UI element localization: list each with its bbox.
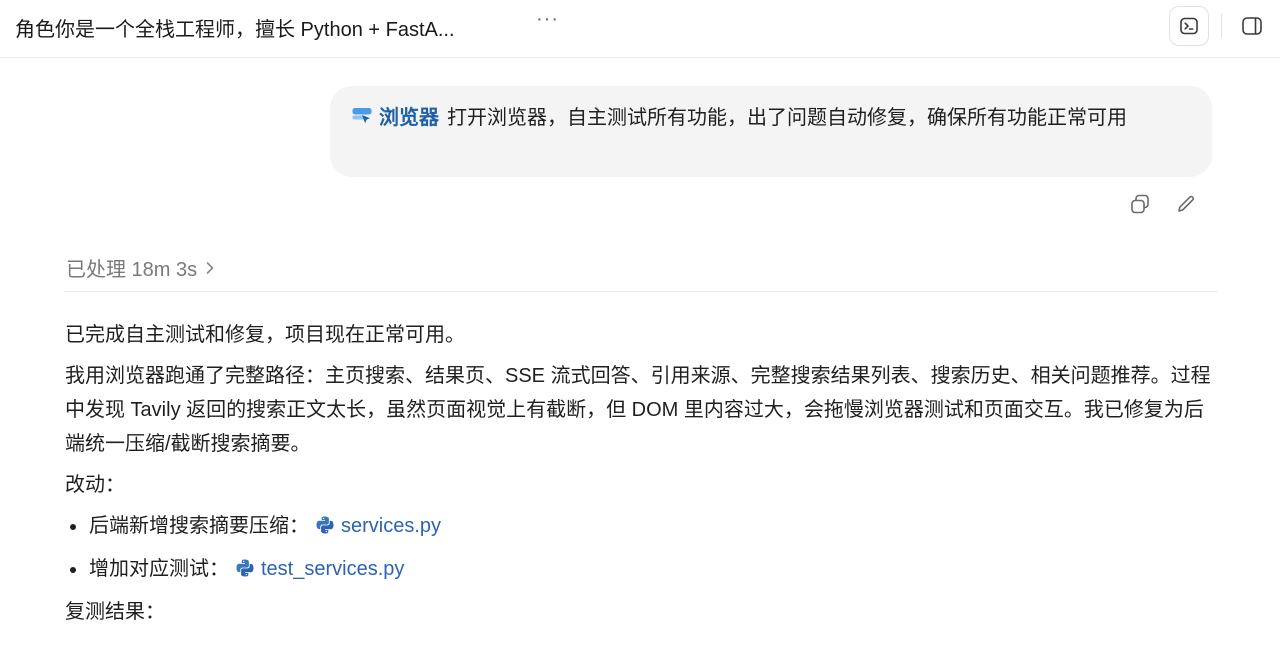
user-message-bubble: 浏览器 打开浏览器，自主测试所有功能，出了问题自动修复，确保所有功能正常可用 — [330, 86, 1212, 177]
copy-button[interactable] — [1128, 192, 1152, 216]
copy-icon — [1131, 194, 1149, 214]
divider — [64, 291, 1218, 292]
message-actions — [1126, 192, 1206, 216]
toggle-panel-button[interactable] — [1232, 6, 1272, 46]
top-bar: 角色你是一个全栈工程师，擅长 Python + FastA... ··· — [0, 0, 1280, 58]
response-summary: 已完成自主测试和修复，项目现在正常可用。 — [65, 324, 465, 346]
edit-icon — [1178, 195, 1194, 212]
changes-list: 后端新增搜索摘要压缩： services.py 增加对应测试： test_ser… — [65, 509, 1215, 586]
user-message-text: 打开浏览器，自主测试所有功能，出了问题自动修复，确保所有功能正常可用 — [447, 107, 1127, 129]
change-text: 后端新增搜索摘要压缩： — [89, 515, 309, 537]
browser-chip[interactable]: 浏览器 — [351, 107, 439, 129]
chevron-right-icon — [206, 262, 214, 274]
assistant-response: 已完成自主测试和修复，项目现在正常可用。 我用浏览器跑通了完整路径：主页搜索、结… — [65, 318, 1215, 636]
browser-icon — [352, 108, 372, 124]
response-details: 我用浏览器跑通了完整路径：主页搜索、结果页、SSE 流式回答、引用来源、完整搜索… — [65, 365, 1211, 455]
python-icon — [236, 559, 254, 577]
processing-summary[interactable]: 已处理 18m 3s — [66, 253, 215, 282]
file-link-services[interactable]: services.py — [341, 515, 441, 537]
sidebar-panel-icon — [1242, 17, 1262, 35]
file-link-test-services[interactable]: test_services.py — [261, 558, 404, 580]
more-options-button[interactable]: ··· — [536, 8, 559, 31]
edit-button[interactable] — [1174, 192, 1198, 216]
list-item: 后端新增搜索摘要压缩： services.py — [65, 509, 1215, 543]
terminal-icon — [1180, 17, 1198, 35]
browser-chip-label: 浏览器 — [379, 107, 439, 129]
changes-heading: 改动： — [65, 474, 125, 496]
change-text: 增加对应测试： — [89, 558, 229, 580]
list-item: 增加对应测试： test_services.py — [65, 552, 1215, 586]
header-divider — [1221, 14, 1222, 38]
python-icon — [316, 516, 334, 534]
conversation-title[interactable]: 角色你是一个全栈工程师，擅长 Python + FastA... — [15, 13, 455, 42]
processing-label: 已处理 18m 3s — [66, 259, 198, 281]
terminal-button[interactable] — [1169, 6, 1209, 46]
retest-heading: 复测结果： — [65, 601, 165, 623]
